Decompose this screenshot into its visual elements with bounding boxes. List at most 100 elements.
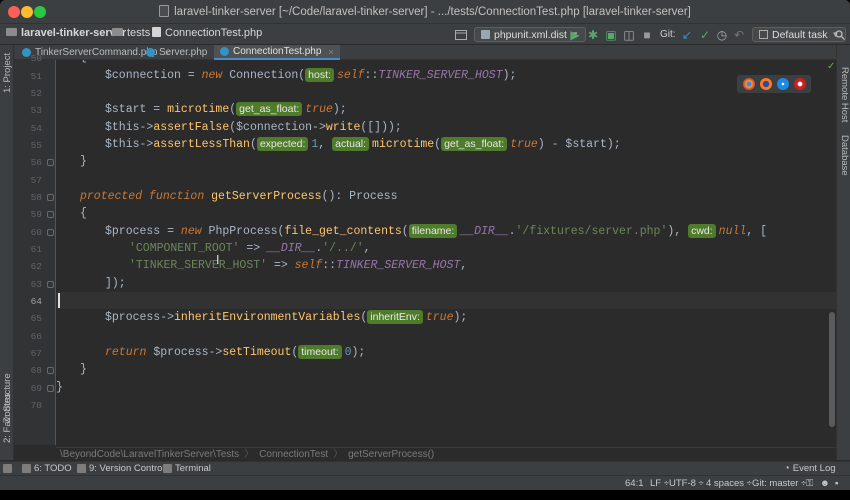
fold-marker-icon[interactable] (47, 211, 54, 218)
breadcrumb-class[interactable]: ConnectionTest (259, 449, 328, 460)
status-line-separator[interactable]: LF ÷ (650, 478, 669, 489)
status-indent[interactable]: 4 spaces ÷ (706, 478, 752, 489)
fold-marker-icon[interactable] (47, 385, 54, 392)
status-bar: 64:1 LF ÷ UTF-8 ÷ 4 spaces ÷ Git: master… (0, 475, 850, 490)
breadcrumb: \BeyondCode\LaravelTinkerServer\Tests 〉 Co… (56, 447, 836, 461)
tool-todo-label: 6: TODO (34, 463, 72, 474)
tool-database[interactable]: Database (839, 135, 850, 176)
profile-icon[interactable]: ◫ (622, 27, 636, 42)
opera-icon[interactable] (793, 78, 806, 90)
line-number: 69 (30, 383, 42, 394)
chevron-right-icon: 〉 (333, 449, 344, 460)
nav-folder[interactable]: tests (112, 27, 150, 39)
nav-file[interactable]: ConnectionTest.php (152, 27, 262, 39)
fold-marker-icon[interactable] (47, 194, 54, 201)
search-icon[interactable] (834, 27, 846, 42)
nav-folder-label: tests (127, 27, 151, 39)
code-line-60: $process = new PhpProcess(file_get_conte… (105, 224, 767, 238)
code-line-55: $this->assertLessThan(expected: 1, actual… (105, 137, 621, 151)
status-git-branch[interactable]: Git: master ÷ (752, 478, 806, 489)
firefox-icon[interactable] (759, 78, 772, 90)
line-number: 53 (30, 105, 42, 116)
param-hint: actual: (332, 137, 370, 151)
tool-version-control[interactable]: 9: Version Control (77, 463, 165, 474)
folder-icon (6, 28, 17, 36)
line-number: 55 (30, 140, 42, 151)
task-select[interactable]: Default task ▼ (752, 27, 847, 42)
close-icon[interactable]: × (328, 47, 333, 57)
terminal-icon (163, 464, 172, 473)
breadcrumb-namespace[interactable]: \BeyondCode\LaravelTinkerServer\Tests (60, 449, 239, 460)
coverage-icon[interactable]: ▣ (604, 27, 618, 42)
phpunit-icon (481, 30, 490, 39)
status-encoding-label: UTF-8 (669, 478, 696, 489)
param-hint: timeout: (298, 345, 342, 359)
layout-icon[interactable] (454, 27, 468, 42)
browser-launcher (737, 75, 811, 93)
run-icon[interactable]: ▶ (568, 27, 582, 42)
tool-terminal-label: Terminal (175, 463, 211, 474)
line-number: 57 (30, 175, 42, 186)
status-caret-position[interactable]: 64:1 (625, 478, 644, 489)
fold-marker-icon[interactable] (47, 367, 54, 374)
commit-icon[interactable]: ✓ (698, 27, 712, 42)
left-tool-stripe: 1: Project Z: Structure 2: Favorites (0, 45, 14, 460)
line-number: 68 (30, 365, 42, 376)
nav-project[interactable]: laravel-tinker-server (6, 27, 126, 39)
tool-todo[interactable]: 6: TODO (22, 463, 72, 474)
tab-server[interactable]: Server.php× (140, 45, 226, 60)
php-file-icon (159, 5, 170, 17)
tab-label: ConnectionTest.php (233, 46, 322, 57)
inspector-icon[interactable]: ☻ (820, 478, 830, 489)
status-encoding[interactable]: UTF-8 ÷ (669, 478, 704, 489)
editor-tabs: TinkerServerCommand.php× Server.php× Con… (14, 45, 836, 60)
tool-project[interactable]: 1: Project (2, 53, 13, 93)
line-number: 70 (30, 400, 42, 411)
status-indent-label: 4 spaces (706, 478, 745, 489)
fold-marker-icon[interactable] (47, 159, 54, 166)
chrome-icon[interactable] (742, 78, 755, 90)
stop-icon[interactable]: ■ (640, 27, 654, 42)
code-editor[interactable]: { $connection = new Connection(host:self… (56, 60, 836, 445)
folder-icon (112, 28, 123, 36)
line-number: 62 (30, 261, 42, 272)
lock-icon[interactable]: ⚿ (806, 478, 813, 489)
tool-terminal[interactable]: Terminal (163, 463, 211, 474)
tool-remote-host[interactable]: Remote Host (839, 67, 850, 122)
line-number: 50 (30, 53, 42, 64)
safari-icon[interactable] (776, 78, 789, 90)
tool-event-log[interactable]: ◔ Event Log (784, 463, 836, 474)
fold-marker-icon[interactable] (47, 281, 54, 288)
tool-favorites[interactable]: 2: Favorites (2, 393, 13, 443)
class-icon (146, 48, 155, 57)
window-title-wrap: laravel-tinker-server [~/Code/laravel-ti… (0, 5, 850, 18)
notifications-icon[interactable]: ▪ (835, 478, 838, 489)
code-line-56: } (80, 155, 87, 168)
git-label: Git: (660, 29, 676, 40)
tool-windows-icon[interactable] (3, 464, 12, 473)
fold-marker-icon[interactable] (47, 229, 54, 236)
revert-icon[interactable]: ↶ (732, 27, 746, 42)
text-caret (58, 293, 60, 308)
tool-window-bar: 6: TODO 9: Version Control Terminal ◔ Eve… (0, 461, 850, 475)
param-hint: get_as_float: (236, 102, 303, 116)
chevron-right-icon: 〉 (244, 449, 255, 460)
param-hint: cwd: (688, 224, 716, 238)
history-icon[interactable]: ◷ (715, 27, 729, 42)
nav-project-label: laravel-tinker-server (21, 27, 127, 39)
scrollbar-thumb[interactable] (829, 312, 835, 427)
right-tool-stripe: Remote Host Database (836, 45, 850, 460)
breadcrumb-method[interactable]: getServerProcess() (348, 449, 434, 460)
status-git-branch-label: Git: master (752, 478, 799, 489)
vcs-icon (77, 464, 86, 473)
tool-event-log-label: Event Log (792, 463, 836, 474)
debug-icon[interactable]: ✱ (586, 27, 600, 42)
title-bar: laravel-tinker-server [~/Code/laravel-ti… (0, 0, 850, 24)
line-number: 59 (30, 209, 42, 220)
line-number-gutter[interactable]: 50 51 52 53 54 55 56 57 58 59 60 61 62 6… (14, 53, 56, 445)
code-line-59: { (80, 207, 87, 220)
tab-connectiontest[interactable]: ConnectionTest.php × (214, 45, 340, 60)
line-number: 60 (30, 227, 42, 238)
update-project-icon[interactable]: ↙ (680, 27, 694, 42)
class-icon (220, 47, 229, 56)
